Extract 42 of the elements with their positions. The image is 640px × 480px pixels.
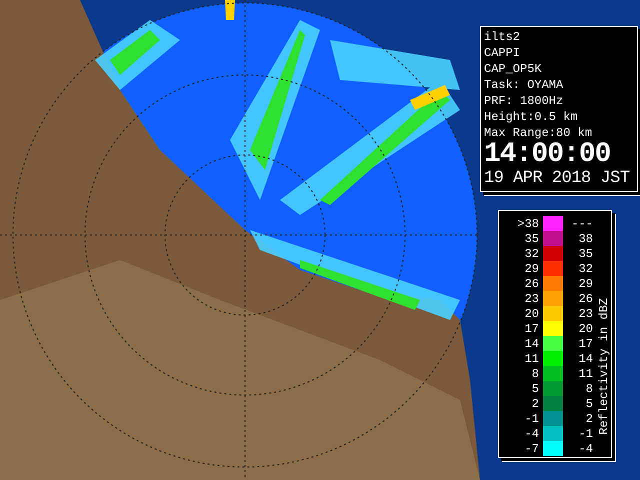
legend-label: -1 (578, 426, 593, 440)
legend-label: 35 (524, 232, 540, 246)
legend-title: Reflectivity in dBZ (597, 298, 611, 435)
legend-label: 20 (524, 306, 540, 320)
legend-label: 32 (524, 246, 540, 260)
legend-label: 2 (584, 412, 593, 426)
info-text: ilts2 (484, 29, 522, 45)
legend-label: 23 (524, 292, 540, 306)
date-text: 19 APR 2018 JST (484, 169, 631, 189)
legend-label: -1 (524, 412, 540, 426)
legend-label: 32 (578, 262, 593, 276)
legend-label: 17 (524, 322, 540, 336)
legend-label: 11 (524, 352, 540, 366)
legend-label: 38 (578, 232, 593, 246)
legend-label: 29 (578, 276, 593, 290)
legend-label: 26 (524, 276, 540, 290)
info-text: Max Range:80 km (484, 125, 594, 141)
legend-label: -4 (524, 426, 540, 440)
legend-label: 29 (524, 262, 540, 276)
info-text: PRF: 1800Hz (484, 93, 564, 109)
legend-label: 23 (578, 306, 593, 320)
legend-label: 26 (578, 292, 593, 306)
legend-label: 14 (578, 352, 593, 366)
legend-label: 5 (530, 382, 540, 396)
legend-label: -7 (524, 442, 540, 456)
legend-label: 17 (578, 336, 593, 350)
legend-label: 14 (524, 336, 540, 350)
info-text: CAP_OP5K (484, 61, 543, 77)
time-text: 14:00:00 (484, 141, 612, 169)
info-text: CAPPI (484, 45, 522, 61)
info-text: Task: OYAMA (484, 77, 564, 93)
legend-label: 35 (578, 246, 593, 260)
legend-label: 5 (584, 396, 593, 410)
info-text: Height:0.5 km (484, 109, 579, 125)
legend-label: 8 (584, 382, 593, 396)
legend-label: 11 (578, 366, 593, 380)
legend-label: 2 (530, 396, 540, 410)
legend-label: --- (570, 216, 593, 230)
legend-label: 20 (578, 322, 593, 336)
legend-label: >38 (516, 216, 540, 230)
legend-label: 8 (530, 366, 540, 380)
legend-label: -4 (578, 442, 593, 456)
